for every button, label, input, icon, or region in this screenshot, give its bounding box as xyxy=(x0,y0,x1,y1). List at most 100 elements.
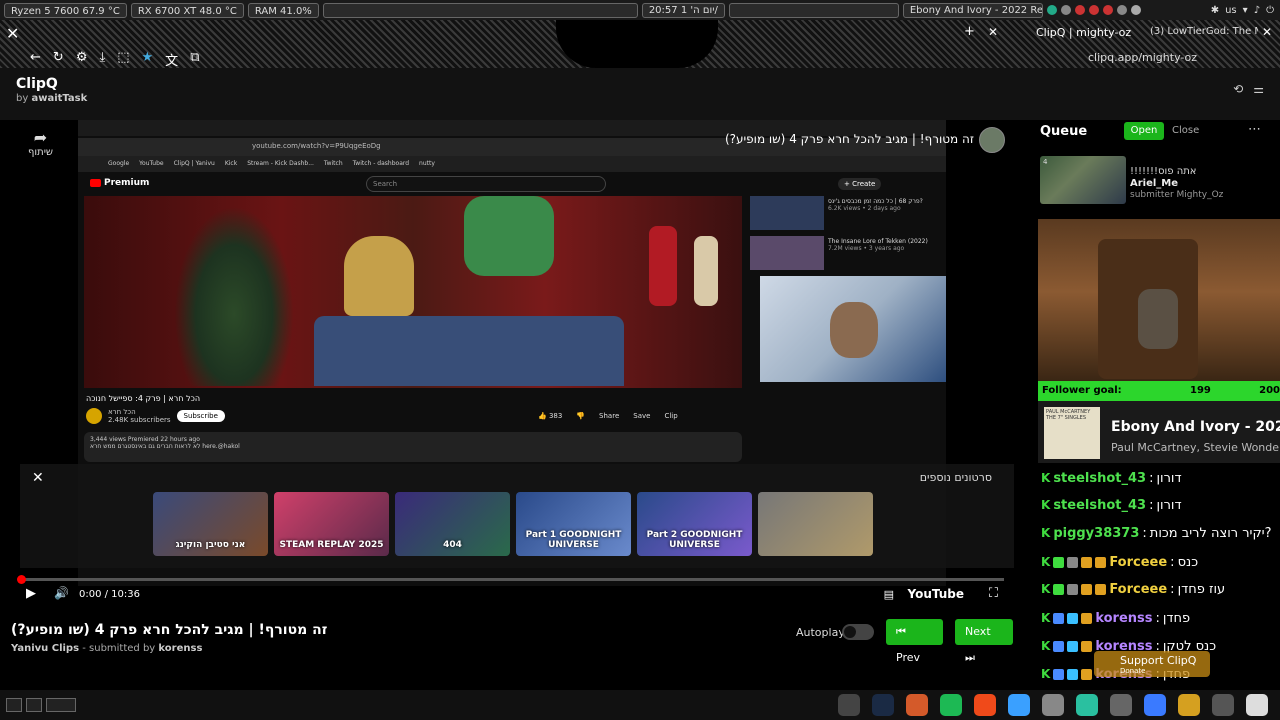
song-title: Ebony And Ivory - 2022 xyxy=(1111,419,1280,435)
history-icon[interactable]: ⟲ xyxy=(1233,82,1243,96)
fullscreen-icon[interactable]: ⛶ xyxy=(989,586,998,601)
tray-icon[interactable] xyxy=(1060,5,1071,15)
extension-icon[interactable]: ⬚ xyxy=(117,50,129,69)
workspace-3[interactable] xyxy=(46,698,76,712)
inner-search: Search xyxy=(366,176,606,192)
clip-meta: Yanivu Clips - submitted by korenss xyxy=(11,643,203,654)
more-video-thumb[interactable]: STEAM REPLAY 2025 xyxy=(274,492,389,556)
bookmark: Twitch - dashboard xyxy=(352,160,410,167)
more-video-thumb[interactable]: Part 2 GOODNIGHT UNIVERSE xyxy=(637,492,752,556)
stocking xyxy=(694,236,718,306)
person xyxy=(464,196,554,276)
close-tab-icon[interactable]: ✕ xyxy=(988,25,998,39)
translate-icon[interactable]: 文 xyxy=(165,50,178,69)
more-videos-panel: ✕ סרטונים נוספים אני סטיבן הוקינג STEAM … xyxy=(20,464,1014,568)
tray-icon[interactable] xyxy=(1116,5,1127,15)
christmas-tree xyxy=(174,206,294,386)
tray-icon[interactable] xyxy=(1046,5,1057,15)
youtube-brand-button[interactable]: YouTube xyxy=(907,587,964,601)
more-video-thumb[interactable] xyxy=(758,492,873,556)
address-bar[interactable]: clipq.app/mighty-oz xyxy=(1088,51,1197,64)
settings-icon[interactable]: ⚙ xyxy=(76,50,88,69)
tray-icon[interactable] xyxy=(1130,5,1141,15)
close-tab-icon[interactable]: ✕ xyxy=(1262,25,1272,39)
sub-badge-icon xyxy=(1081,612,1093,624)
star-icon[interactable]: ★ xyxy=(142,50,154,69)
active-window-title[interactable]: Ebony And Ivory - 2022 Re xyxy=(902,2,1043,18)
browser-icon[interactable] xyxy=(1008,694,1030,716)
network-icon[interactable]: ▾ xyxy=(1243,5,1248,16)
seek-bar[interactable] xyxy=(17,575,1004,584)
files-icon[interactable] xyxy=(1110,694,1132,716)
thumb-up-icon: 👍 xyxy=(538,412,547,420)
settings-sliders-icon[interactable]: ⚌ xyxy=(1253,82,1264,96)
back-icon[interactable]: ← xyxy=(30,50,41,69)
next-button[interactable]: Next ⏭ xyxy=(955,619,1013,664)
more-video-thumb[interactable]: אני סטיבן הוקינג xyxy=(153,492,268,556)
autoplay-toggle[interactable] xyxy=(842,624,874,640)
prev-button[interactable]: ⏮ Prev xyxy=(886,619,943,664)
stream-camera xyxy=(1038,219,1280,381)
tray-icon[interactable] xyxy=(1074,5,1085,15)
more-video-thumb[interactable]: Part 1 GOODNIGHT UNIVERSE xyxy=(516,492,631,556)
volume-icon[interactable]: 🔊 xyxy=(54,586,69,600)
tray-icon[interactable] xyxy=(1102,5,1113,15)
new-tab-icon[interactable]: + xyxy=(964,24,975,39)
gift-badge-icon xyxy=(1067,640,1079,652)
bluetooth-icon[interactable]: ✱ xyxy=(1211,5,1219,16)
browser-toolbar-icons: ← ↻ ⚙ ⤓ ⬚ ★ 文 ⧉ xyxy=(30,50,199,69)
brave-icon[interactable] xyxy=(974,694,996,716)
share-button[interactable]: ➦ שיתוף xyxy=(28,128,53,158)
workspace-1[interactable] xyxy=(6,698,22,712)
mod-badge-icon xyxy=(1067,583,1079,595)
cpu-monitor: Ryzen 5 7600 67.9 °C xyxy=(4,2,127,18)
seek-knob[interactable] xyxy=(17,575,26,584)
tab-clipq[interactable]: ClipQ | mighty-oz xyxy=(1036,26,1131,39)
tab-youtube[interactable]: (3) LowTierGod: The Mos xyxy=(1150,26,1258,37)
obs-icon[interactable] xyxy=(1246,694,1268,716)
play-icon[interactable]: ▶ xyxy=(26,586,36,601)
volume-icon[interactable]: ♪ xyxy=(1254,5,1260,16)
store-icon[interactable] xyxy=(1144,694,1166,716)
firefox-icon[interactable] xyxy=(906,694,928,716)
next-icon: ⏭ xyxy=(965,651,975,664)
captions-icon[interactable]: ▤ xyxy=(884,588,894,601)
screenshot-icon[interactable]: ⧉ xyxy=(190,50,199,69)
queue-item-title: אתה פוס!!!!!!! xyxy=(1130,166,1197,177)
verified-badge-icon xyxy=(1053,583,1065,595)
app-author[interactable]: awaitTask xyxy=(31,93,87,104)
keyboard-layout[interactable]: us xyxy=(1225,5,1237,16)
channel-avatar[interactable] xyxy=(979,127,1005,153)
support-clipq-button[interactable]: Support ClipQ Donate xyxy=(1094,651,1210,677)
queue-open-button[interactable]: Open xyxy=(1124,122,1164,140)
discord-icon[interactable] xyxy=(838,694,860,716)
app-icon[interactable] xyxy=(1178,694,1200,716)
close-icon[interactable]: ✕ xyxy=(6,24,19,43)
app-title[interactable]: ClipQ xyxy=(16,76,58,92)
now-playing: PAUL McCARTNEY THE 7" SINGLES Ebony And … xyxy=(1038,401,1280,463)
steam-icon[interactable] xyxy=(872,694,894,716)
youtube-play-icon xyxy=(90,178,101,187)
queue-close-button[interactable]: Close xyxy=(1172,122,1199,140)
close-icon[interactable]: ✕ xyxy=(32,470,44,486)
kick-icon: K xyxy=(1041,555,1051,569)
download-icon[interactable]: ⤓ xyxy=(99,50,105,69)
clip-channel[interactable]: Yanivu Clips xyxy=(11,643,79,654)
clip-submitter[interactable]: korenss xyxy=(158,643,202,654)
taskbar-apps xyxy=(838,694,1268,716)
app-icon[interactable] xyxy=(1042,694,1064,716)
spotify-icon[interactable] xyxy=(940,694,962,716)
more-video-thumb[interactable]: 404 xyxy=(395,492,510,556)
kick-icon: K xyxy=(1041,498,1051,512)
power-icon[interactable]: ⏻ xyxy=(1266,5,1274,16)
terminal-icon[interactable] xyxy=(1212,694,1234,716)
inner-likes: 👍 383 xyxy=(538,412,563,420)
reload-icon[interactable]: ↻ xyxy=(53,50,64,69)
tray-icon[interactable] xyxy=(1088,5,1099,15)
queue-item[interactable]: 4 אתה פוס!!!!!!! Ariel_Me submitter Migh… xyxy=(1040,156,1280,206)
workspace-2[interactable] xyxy=(26,698,42,712)
inner-rec-item: The Insane Lore of Tekken (2022) 7.2M vie… xyxy=(750,236,940,270)
chat-message: K steelshot_43 : דורון xyxy=(1041,470,1182,486)
stack-icon[interactable] xyxy=(1076,694,1098,716)
more-options-icon[interactable]: ⋯ xyxy=(1248,122,1261,137)
